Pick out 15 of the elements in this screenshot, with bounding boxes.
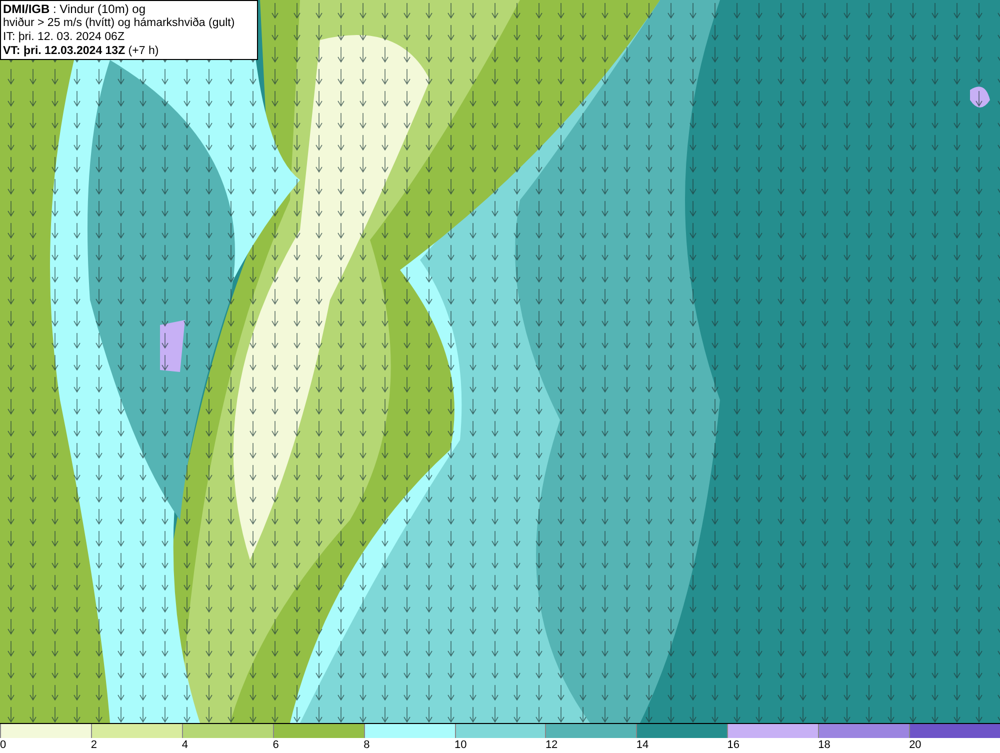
legend-label: 6 (272, 738, 279, 752)
legend-label: 16 (727, 738, 740, 752)
legend-label: 12 (545, 738, 558, 752)
legend-label: 8 (364, 738, 370, 752)
legend-label: 20 (909, 738, 922, 752)
header-line: hviður > 25 m/s (hvítt) og hámarkshviða (gult) (3, 16, 236, 30)
legend-label: 2 (90, 738, 98, 752)
legend-label: 4 (182, 738, 188, 752)
legend-label: 0 (0, 738, 6, 752)
legend-label: 10 (454, 738, 467, 752)
legend-label: 14 (636, 738, 649, 752)
header-line: IT: þri. 12. 03. 2024 06Z (3, 30, 126, 44)
legend-label: 18 (818, 738, 830, 752)
header-line: VT: þri. 12.03.2024 13Z (+7 h) (3, 44, 160, 58)
header-line: DMI/IGB : Vindur (10m) og (3, 2, 146, 16)
